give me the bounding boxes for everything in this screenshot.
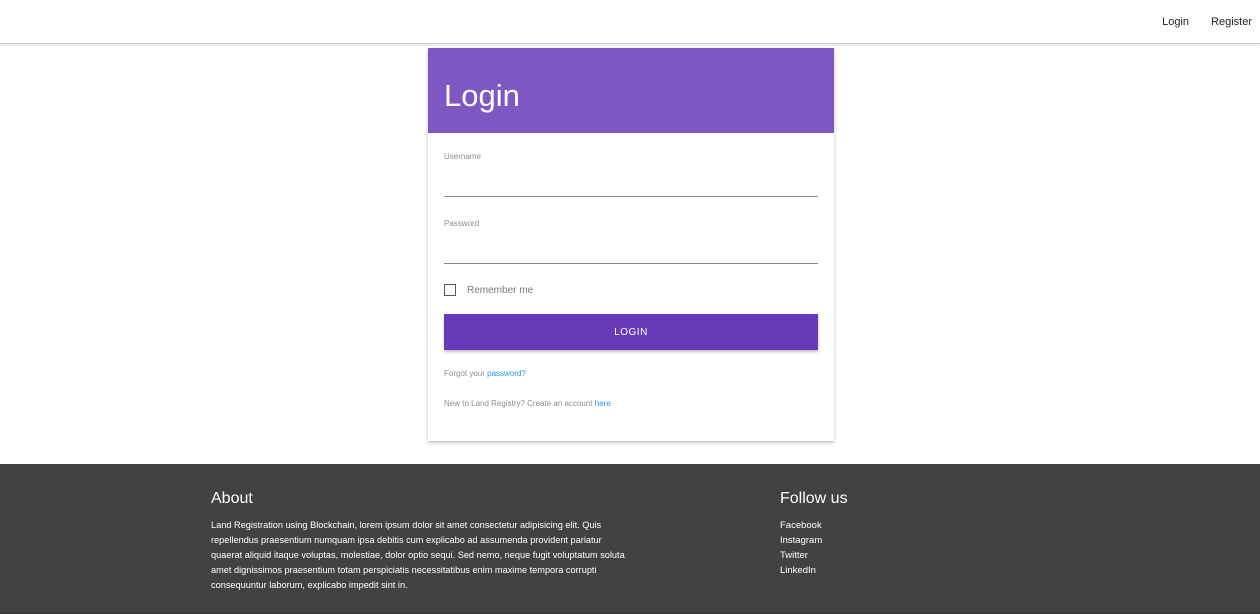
linkedin-link[interactable]: LinkedIn (780, 565, 816, 576)
social-item: Facebook (780, 518, 848, 533)
page-footer: About Land Registration using Blockchain… (0, 464, 1260, 614)
create-account-link[interactable]: here (595, 399, 611, 408)
follow-title: Follow us (780, 490, 848, 507)
social-item: LinkedIn (780, 563, 848, 578)
footer-about: About Land Registration using Blockchain… (211, 490, 631, 593)
forgot-password-text: Forgot your password? (444, 369, 526, 378)
login-title: Login (444, 78, 520, 113)
remember-me-checkbox[interactable] (444, 284, 456, 296)
remember-me-row: Remember me (444, 284, 533, 296)
instagram-link[interactable]: Instagram (780, 535, 822, 546)
twitter-link[interactable]: Twitter (780, 550, 808, 561)
top-navbar: Login Register (0, 0, 1260, 44)
facebook-link[interactable]: Facebook (780, 520, 822, 531)
about-text: Land Registration using Blockchain, lore… (211, 520, 625, 590)
create-account-prefix: New to Land Registry? Create an account (444, 399, 595, 408)
password-input[interactable] (444, 238, 818, 264)
social-links: Facebook Instagram Twitter LinkedIn (780, 518, 848, 578)
social-item: Twitter (780, 548, 848, 563)
nav-register-link[interactable]: Register (1211, 16, 1252, 28)
create-account-text: New to Land Registry? Create an account … (444, 399, 611, 408)
nav-login-link[interactable]: Login (1162, 16, 1189, 28)
footer-follow: Follow us Facebook Instagram Twitter Lin… (780, 490, 848, 578)
login-card: Login Username Password Remember me LOGI… (428, 48, 834, 441)
username-label: Username (444, 152, 481, 161)
password-label: Password (444, 219, 480, 228)
username-input[interactable] (444, 171, 818, 197)
social-item: Instagram (780, 533, 848, 548)
about-title: About (211, 490, 253, 507)
password-field-group: Password (444, 219, 818, 264)
login-button[interactable]: LOGIN (444, 314, 818, 350)
forgot-password-prefix: Forgot your (444, 369, 488, 378)
forgot-password-link[interactable]: password? (487, 369, 526, 378)
username-field-group: Username (444, 152, 818, 197)
nav-links: Login Register (1140, 0, 1252, 43)
remember-me-label: Remember me (467, 284, 534, 296)
login-card-header: Login (428, 48, 834, 133)
